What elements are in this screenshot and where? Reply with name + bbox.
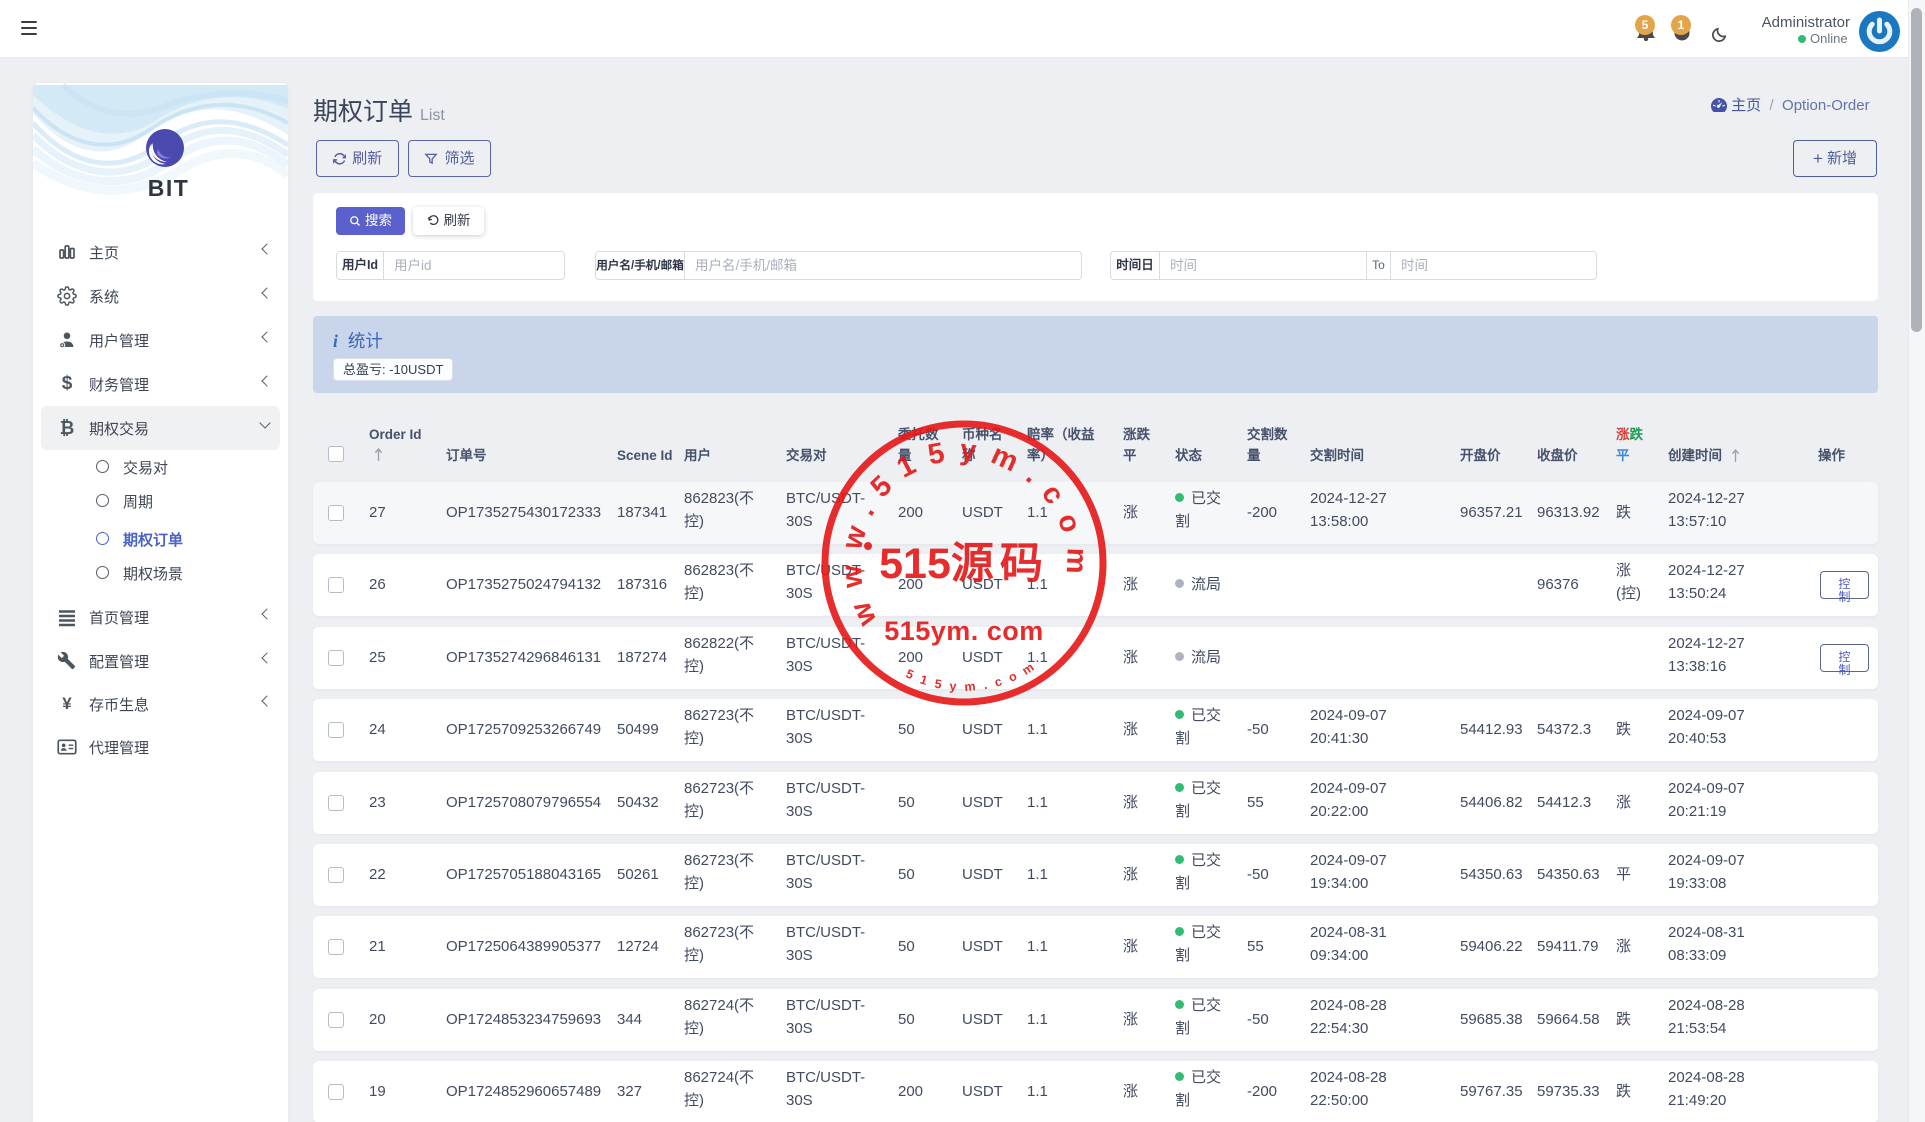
svg-text:515源码: 515源码	[879, 540, 1049, 588]
svg-text:www.515ym.com: www.515ym.com	[835, 434, 1093, 631]
svg-text:515ym. com: 515ym. com	[884, 616, 1044, 646]
